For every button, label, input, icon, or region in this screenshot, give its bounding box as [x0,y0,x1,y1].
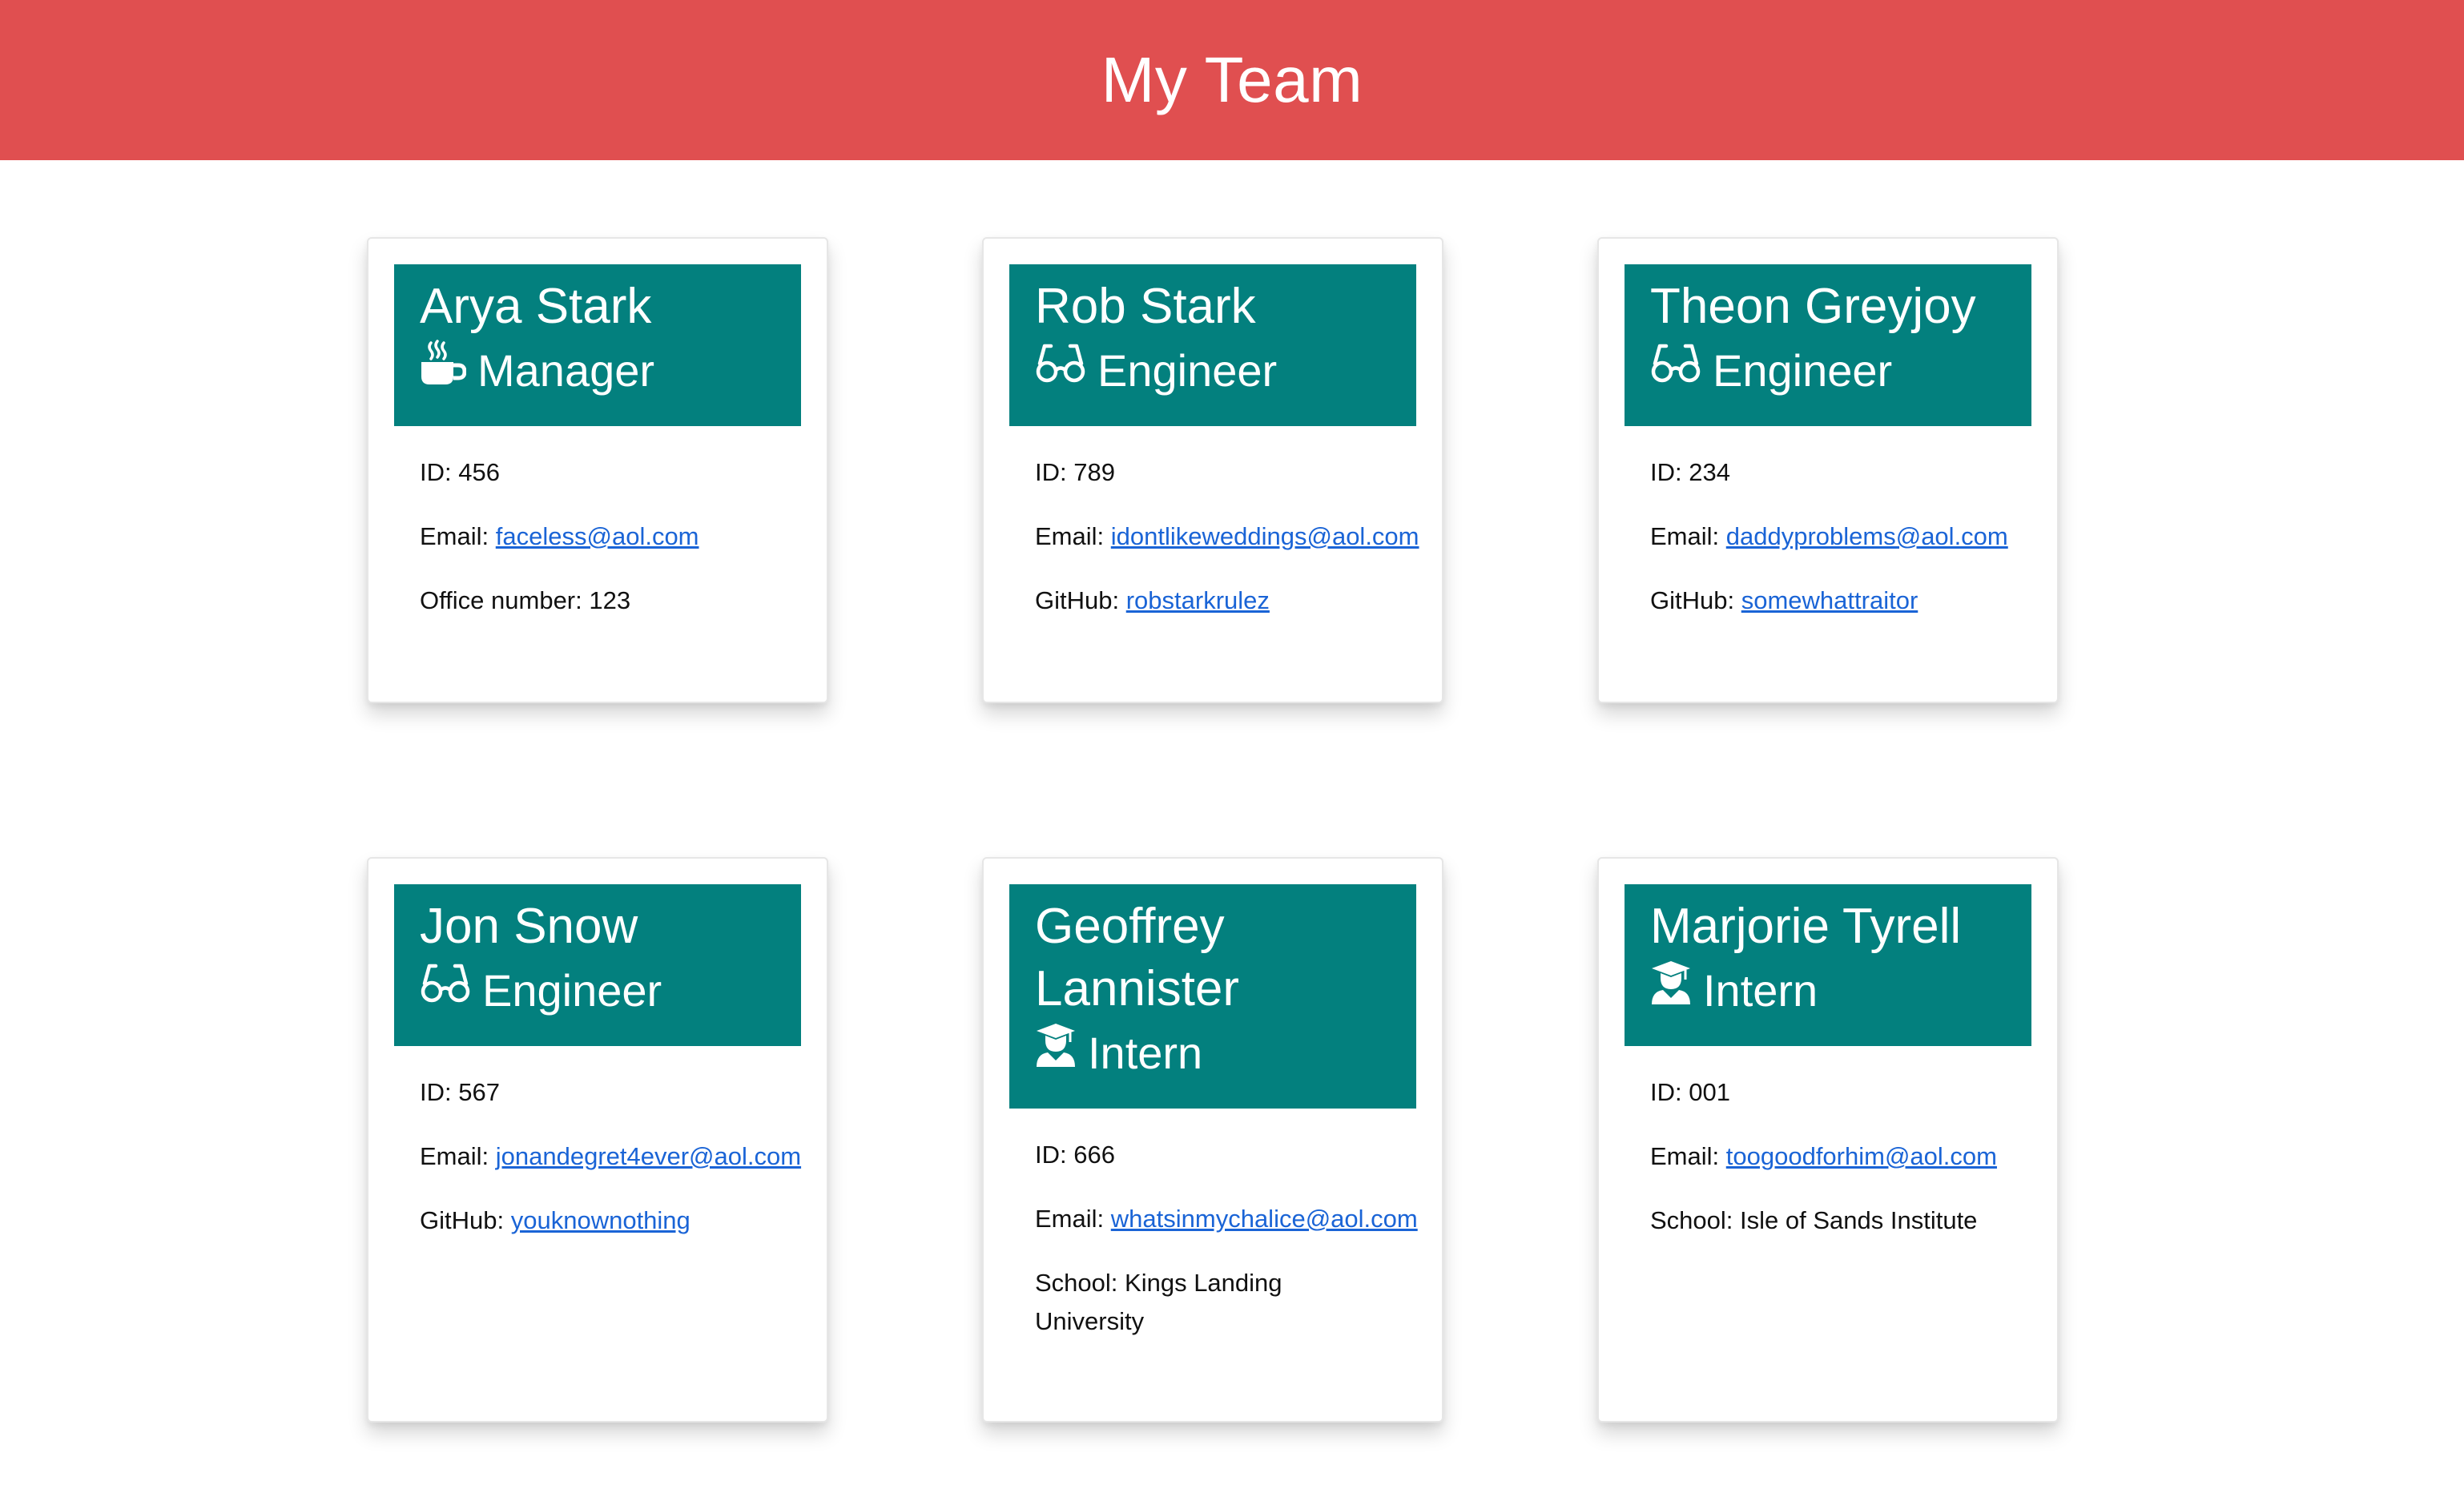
coffee-icon [420,338,477,404]
github-link[interactable]: youknownothing [511,1206,690,1234]
email-link[interactable]: toogoodforhim@aol.com [1726,1142,1997,1170]
github-link[interactable]: robstarkrulez [1126,586,1270,614]
employee-role: Engineer [1650,338,2006,404]
id-value: 567 [458,1078,500,1106]
id-value: 234 [1689,458,1730,486]
id-row: ID: 001 [1650,1073,2035,1112]
role-label: Intern [1088,1028,1203,1078]
email-link[interactable]: idontlikeweddings@aol.com [1111,522,1419,550]
glasses-icon [1035,338,1097,404]
employee-card: Arya Stark Manager ID: 456 Email: facele… [367,237,828,703]
email-label: Email: [1035,522,1105,550]
email-link[interactable]: daddyproblems@aol.com [1726,522,2008,550]
employee-name: Geoffrey Lannister [1035,899,1240,1016]
office-label: Office number: [420,586,582,614]
email-row: Email: jonandegret4ever@aol.com [420,1137,804,1176]
id-value: 666 [1073,1141,1115,1169]
card-header: Marjorie Tyrell Intern [1625,884,2031,1046]
employee-card: Theon Greyjoy Engineer ID: 234 Email: da… [1597,237,2059,703]
graduate-icon [1035,1020,1088,1086]
email-row: Email: whatsinmychalice@aol.com [1035,1200,1419,1238]
employee-name: Rob Stark [1035,279,1256,334]
card-header: Theon Greyjoy Engineer [1625,264,2031,426]
email-label: Email: [1035,1205,1105,1233]
role-label: Intern [1703,965,1818,1016]
school-row: School: Kings Landing University [1035,1264,1299,1341]
school-row: School: Isle of Sands Institute [1650,1201,2035,1240]
card-details: ID: 789 Email: idontlikeweddings@aol.com… [1035,453,1419,646]
office-value: 123 [589,586,631,614]
id-label: ID: [420,458,452,486]
id-row: ID: 234 [1650,453,2035,492]
employee-role: Intern [1035,1020,1391,1086]
email-link[interactable]: faceless@aol.com [496,522,699,550]
email-row: Email: toogoodforhim@aol.com [1650,1137,2035,1176]
employee-name: Theon Greyjoy [1650,279,1976,334]
employee-role: Engineer [1035,338,1391,404]
office-row: Office number: 123 [420,581,804,620]
employee-card: Marjorie Tyrell Intern ID: 001 Email: to… [1597,857,2059,1423]
github-row: GitHub: youknownothing [420,1201,804,1240]
page-header: My Team [0,0,2464,160]
employee-name: Marjorie Tyrell [1650,899,1962,954]
role-label: Engineer [1713,345,1893,396]
github-link[interactable]: somewhattraitor [1741,586,1918,614]
employee-name: Jon Snow [420,899,638,954]
card-header: Geoffrey Lannister Intern [1009,884,1416,1109]
id-label: ID: [1035,458,1067,486]
email-label: Email: [1650,1142,1720,1170]
employee-card: Jon Snow Engineer ID: 567 Email: jonande… [367,857,828,1423]
email-row: Email: idontlikeweddings@aol.com [1035,517,1419,556]
card-header: Arya Stark Manager [394,264,801,426]
employee-card: Rob Stark Engineer ID: 789 Email: idontl… [982,237,1443,703]
glasses-icon [1650,338,1713,404]
employee-role: Engineer [420,958,775,1024]
school-label: School: [1035,1269,1118,1297]
id-row: ID: 456 [420,453,804,492]
card-header: Jon Snow Engineer [394,884,801,1046]
employee-card: Geoffrey Lannister Intern ID: 666 Email:… [982,857,1443,1423]
school-label: School: [1650,1206,1733,1234]
github-label: GitHub: [1035,586,1120,614]
card-details: ID: 666 Email: whatsinmychalice@aol.com … [1035,1136,1419,1366]
school-value: Isle of Sands Institute [1740,1206,1978,1234]
card-details: ID: 234 Email: daddyproblems@aol.com Git… [1650,453,2035,646]
card-header: Rob Stark Engineer [1009,264,1416,426]
id-row: ID: 666 [1035,1136,1419,1174]
id-label: ID: [1650,1078,1682,1106]
email-row: Email: daddyproblems@aol.com [1650,517,2035,556]
id-value: 789 [1073,458,1115,486]
email-label: Email: [420,522,489,550]
card-details: ID: 456 Email: faceless@aol.com Office n… [420,453,804,646]
glasses-icon [420,958,482,1024]
github-row: GitHub: somewhattraitor [1650,581,2035,620]
card-details: ID: 567 Email: jonandegret4ever@aol.com … [420,1073,804,1266]
email-label: Email: [1650,522,1720,550]
role-label: Engineer [1097,345,1278,396]
id-value: 456 [458,458,500,486]
role-label: Manager [477,345,655,396]
employee-role: Manager [420,338,775,404]
id-row: ID: 567 [420,1073,804,1112]
id-label: ID: [420,1078,452,1106]
github-label: GitHub: [420,1206,505,1234]
id-value: 001 [1689,1078,1730,1106]
card-details: ID: 001 Email: toogoodforhim@aol.com Sch… [1650,1073,2035,1266]
id-row: ID: 789 [1035,453,1419,492]
employee-name: Arya Stark [420,279,652,334]
email-label: Email: [420,1142,489,1170]
role-label: Engineer [482,965,662,1016]
email-link[interactable]: jonandegret4ever@aol.com [496,1142,801,1170]
id-label: ID: [1035,1141,1067,1169]
github-label: GitHub: [1650,586,1735,614]
email-link[interactable]: whatsinmychalice@aol.com [1111,1205,1418,1233]
employee-role: Intern [1650,958,2006,1024]
page-title: My Team [1101,44,1363,115]
github-row: GitHub: robstarkrulez [1035,581,1419,620]
graduate-icon [1650,958,1703,1024]
id-label: ID: [1650,458,1682,486]
email-row: Email: faceless@aol.com [420,517,804,556]
